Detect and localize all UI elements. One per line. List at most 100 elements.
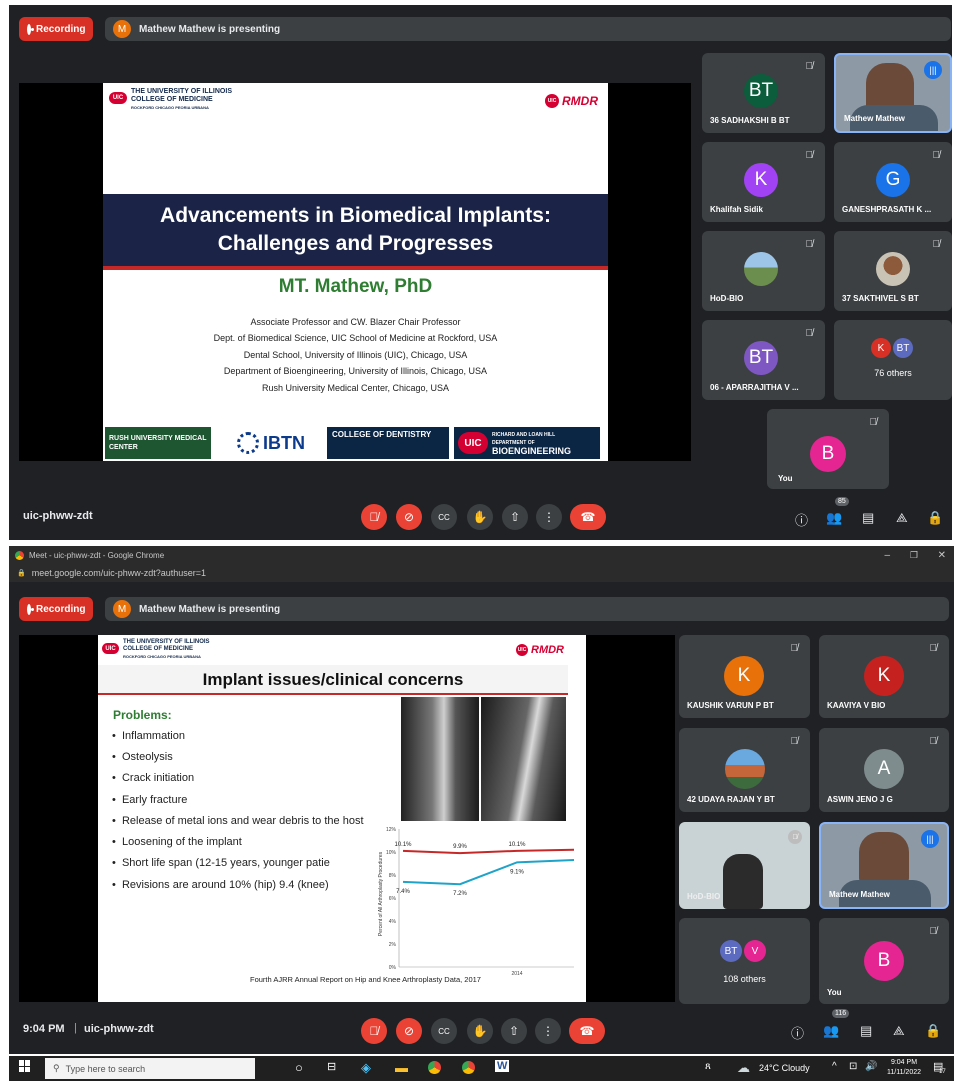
windows-taskbar: ⚲ Type here to search ○ ⊟ ◈ ▬ W ጸ ☁ 24°C… — [9, 1056, 954, 1081]
university-name: THE UNIVERSITY OF ILLINOIS COLLEGE OF ME… — [123, 639, 210, 660]
participant-video — [723, 854, 763, 909]
info-icon[interactable]: ⓘ — [795, 510, 808, 529]
participant-avatar: BT — [744, 74, 778, 108]
uni-line2: COLLEGE OF MEDICINE — [131, 96, 213, 103]
presenter-avatar: M — [113, 600, 131, 618]
taskbar-search-box[interactable]: ⚲ Type here to search — [45, 1058, 255, 1079]
people-icon[interactable]: 👥 — [823, 1023, 839, 1039]
search-placeholder: Type here to search — [65, 1063, 146, 1074]
bullet-text: Crack initiation — [121, 772, 195, 784]
chart-footnote: Fourth AJRR Annual Report on Hip and Kne… — [250, 975, 481, 984]
others-avatar: BT — [720, 940, 742, 962]
participant-name: HoD-BIO — [687, 892, 721, 901]
self-avatar: B — [864, 941, 904, 981]
camera-toggle-button[interactable]: ⊘ — [396, 504, 422, 530]
others-tile[interactable]: BT V 108 others — [679, 918, 810, 1004]
recording-badge[interactable]: Recording — [19, 597, 93, 621]
raise-hand-button[interactable]: ✋ — [467, 504, 493, 530]
presenting-text: Mathew Mathew is presenting — [139, 23, 281, 35]
participant-tile[interactable]: 🎙̸ 37 SAKTHIVEL S BT — [834, 231, 952, 311]
word-icon[interactable]: W — [495, 1060, 510, 1072]
participant-tile[interactable]: 🎙̸ K KAUSHIK VARUN P BT — [679, 635, 810, 718]
host-controls-icon[interactable]: 🔒 — [927, 510, 943, 526]
affiliation-line: Dental School, University of Illinois (U… — [243, 350, 468, 360]
network-icon[interactable]: ⊡ — [849, 1061, 857, 1072]
bullet-text: Inflammation — [121, 730, 185, 742]
activities-icon[interactable]: ⟁ — [893, 1023, 905, 1039]
participant-tile[interactable]: 🎙̸ BT 36 SADHAKSHI B BT — [702, 53, 825, 133]
xray-image-left — [401, 697, 479, 825]
weather-icon: ☁ — [737, 1060, 750, 1075]
task-view-icon[interactable]: ⊟ — [327, 1060, 336, 1073]
bioeng-line3: BIOENGINEERING — [492, 446, 572, 456]
others-tile[interactable]: K BT 76 others — [834, 320, 952, 400]
taskbar-time: 9:04 PM — [890, 1059, 918, 1066]
people-icon[interactable]: 👥 — [826, 510, 842, 526]
mic-toggle-button[interactable]: 🎙̸ — [361, 504, 387, 530]
more-options-button[interactable]: ⋮ — [535, 1018, 561, 1044]
recording-badge[interactable]: Recording — [19, 17, 93, 41]
restore-button[interactable]: ❐ — [910, 550, 918, 561]
participant-tile-video[interactable]: 🎙̸ HoD-BIO — [679, 822, 810, 909]
camera-toggle-button[interactable]: ⊘ — [396, 1018, 422, 1044]
people-taskbar-icon[interactable]: ጸ — [705, 1061, 711, 1072]
close-window-button[interactable]: ✕ — [938, 550, 946, 561]
self-tile[interactable]: 🎙̸ B You — [819, 918, 949, 1004]
mic-off-icon: 🎙̸ — [788, 830, 802, 844]
bullet-item: • Crack initiation — [112, 772, 195, 784]
participant-tile[interactable]: 🎙̸ 42 UDAYA RAJAN Y BT — [679, 728, 810, 812]
people-count-badge: 85 — [835, 497, 849, 506]
chat-icon[interactable]: ▤ — [862, 510, 874, 526]
participant-tile-presenter[interactable]: ||| Mathew Mathew — [819, 822, 949, 909]
presenting-banner: M Mathew Mathew is presenting — [105, 17, 951, 41]
leave-call-button[interactable]: ☎ — [569, 1018, 605, 1044]
participant-name: 36 SADHAKSHI B BT — [710, 116, 790, 125]
lock-icon: 🔒 — [17, 570, 26, 577]
participant-tile[interactable]: 🎙̸ A ASWIN JENO J G — [819, 728, 949, 812]
tray-chevron-icon[interactable]: ^ — [832, 1061, 837, 1072]
host-controls-icon[interactable]: 🔒 — [925, 1023, 941, 1039]
leave-call-button[interactable]: ☎ — [570, 504, 606, 530]
participant-tile[interactable]: 🎙̸ HoD-BIO — [702, 231, 825, 311]
participant-tile[interactable]: 🎙̸ G GANESHPRASATH K ... — [834, 142, 952, 222]
taskbar-clock[interactable]: 9:04 PM 11/11/2022 — [883, 1058, 925, 1078]
participant-tile[interactable]: 🎙̸ K Khalifah Sidik — [702, 142, 825, 222]
uni-line3: ROCKFORD CHICAGO PEORIA URBANA — [131, 105, 209, 110]
chart-data-label: 9.9% — [453, 844, 467, 850]
participant-tile[interactable]: 🎙̸ BT 06 - APARRAJITHA V ... — [702, 320, 825, 400]
activities-icon[interactable]: ⟁ — [896, 510, 908, 526]
uni-line1: THE UNIVERSITY OF ILLINOIS — [123, 639, 210, 645]
people-count-badge: 116 — [832, 1009, 850, 1018]
chart-data-label: 7.4% — [396, 889, 410, 895]
file-explorer-icon[interactable]: ▬ — [395, 1060, 408, 1075]
participant-tile[interactable]: 🎙̸ K KAAVIYA V BIO — [819, 635, 949, 718]
participant-tile-presenter[interactable]: ||| Mathew Mathew — [834, 53, 952, 133]
chrome-taskbar-icon[interactable] — [428, 1061, 441, 1074]
participant-name: 42 UDAYA RAJAN Y BT — [687, 795, 775, 804]
present-button[interactable]: ⇧ — [502, 504, 528, 530]
minimize-button[interactable]: – — [884, 550, 890, 561]
revision-chart: 0% 2% 4% 6% 8% 10% 12% 2014 10.1% 9.9% 10.1% 7.4% 7.… — [369, 821, 579, 979]
chat-icon[interactable]: ▤ — [860, 1023, 872, 1039]
chrome-icon — [15, 550, 24, 560]
bullet-item: • Loosening of the implant — [112, 836, 242, 848]
others-avatar: BT — [893, 338, 913, 358]
chrome-taskbar-icon-2[interactable] — [462, 1061, 475, 1074]
url-text: meet.google.com/uic-phww-zdt?authuser=1 — [31, 568, 207, 578]
present-button[interactable]: ⇧ — [501, 1018, 527, 1044]
captions-button[interactable]: CC — [431, 504, 457, 530]
volume-icon[interactable]: 🔊 — [865, 1061, 877, 1072]
windows-start-icon[interactable] — [19, 1060, 31, 1072]
app-icon[interactable]: ◈ — [361, 1060, 371, 1076]
captions-button[interactable]: CC — [431, 1018, 457, 1044]
address-bar[interactable]: 🔒 meet.google.com/uic-phww-zdt?authuser=… — [9, 564, 954, 582]
info-icon[interactable]: ⓘ — [791, 1023, 804, 1042]
self-tile[interactable]: 🎙̸ B You — [767, 409, 889, 489]
more-options-button[interactable]: ⋮ — [536, 504, 562, 530]
weather-text[interactable]: 24°C Cloudy — [759, 1063, 810, 1073]
raise-hand-button[interactable]: ✋ — [467, 1018, 493, 1044]
affiliation-line: Associate Professor and CW. Blazer Chair… — [250, 317, 461, 327]
mic-toggle-button[interactable]: 🎙̸ — [361, 1018, 387, 1044]
bullet-item: • Osteolysis — [112, 751, 173, 763]
cortana-icon[interactable]: ○ — [295, 1060, 303, 1075]
